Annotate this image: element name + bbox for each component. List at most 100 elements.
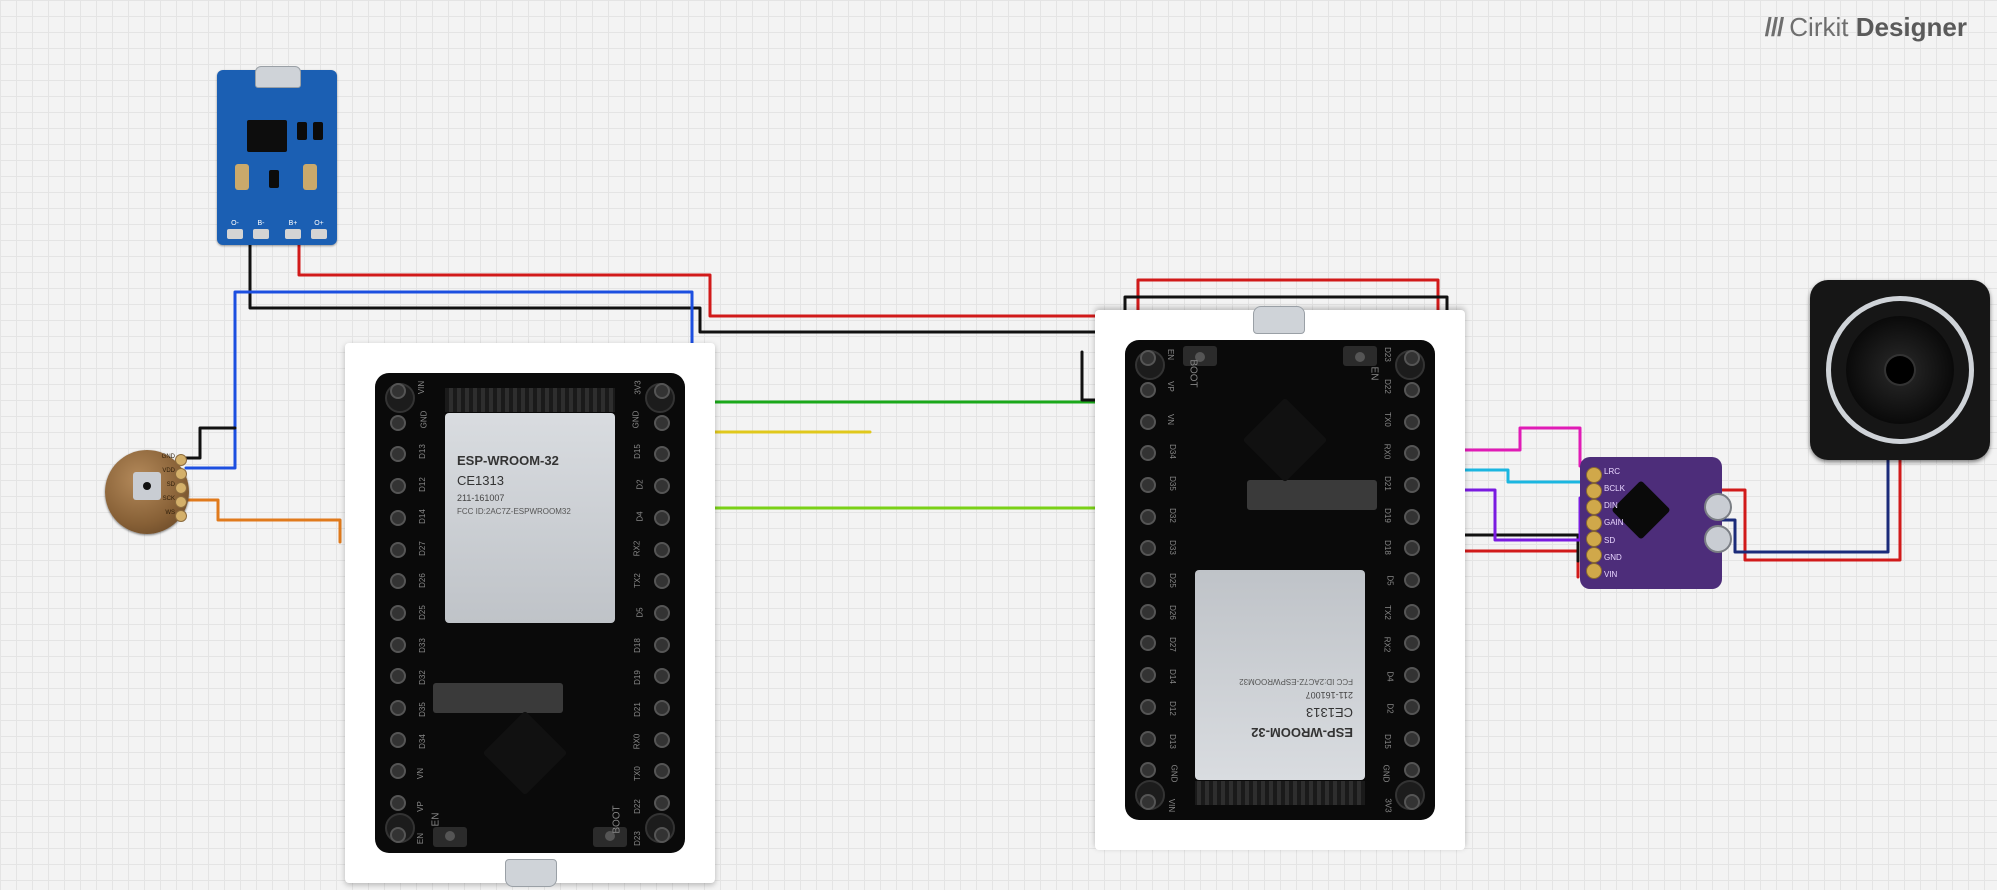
speaker[interactable] — [1810, 280, 1990, 460]
brand-suffix: Designer — [1856, 12, 1967, 42]
header-pin — [385, 446, 411, 462]
smd-part-icon — [269, 170, 279, 188]
pin-label: GND — [1382, 764, 1391, 782]
tp4056-charger[interactable]: O- B- B+ O+ — [217, 70, 337, 245]
mic-pin — [175, 510, 187, 522]
pin-label: RX2 — [633, 541, 642, 557]
wire-b-pin-magenta[interactable] — [1455, 428, 1580, 466]
wire-ab-lime[interactable] — [700, 454, 1108, 508]
pin-label: RX2 — [1383, 637, 1392, 653]
wire-a-rx-yellow[interactable] — [700, 432, 870, 444]
header-pin — [1135, 540, 1161, 556]
pin-label: VP — [416, 801, 425, 812]
pad-label: B- — [253, 220, 269, 227]
pin-label: D22 — [633, 799, 642, 814]
header-pin — [385, 827, 411, 843]
pin-label: D34 — [418, 734, 427, 749]
header-pin — [1135, 509, 1161, 525]
header-pin — [1135, 382, 1161, 398]
header-pin — [1135, 762, 1161, 778]
brand-name: Cirkit — [1789, 12, 1848, 42]
header-pin — [385, 573, 411, 589]
wire-mic-gnd-black[interactable] — [186, 428, 235, 458]
pin-label: D21 — [633, 702, 642, 717]
pin-label: D33 — [1168, 541, 1177, 556]
wire-b-pin-cyan[interactable] — [1455, 470, 1580, 482]
pin-label: D34 — [1168, 444, 1177, 459]
pin-label: D12 — [418, 477, 427, 492]
pin-label: D19 — [633, 670, 642, 685]
wire-b-pin-purple[interactable] — [1455, 490, 1580, 540]
pin-label: D32 — [1168, 508, 1177, 523]
header-pin — [1399, 635, 1425, 651]
header-pin — [385, 763, 411, 779]
pin-labels-left: VINGNDD13D12D14D27D26D25D33D32D35D34VNVP… — [415, 383, 437, 843]
shield-label: FCC ID:2AC7Z-ESPWROOM32 — [1239, 677, 1353, 686]
capacitor-icon — [303, 164, 317, 190]
max98357-amp[interactable]: LRC BCLK DIN GAIN SD GND VIN — [1580, 457, 1722, 589]
header-pin — [1135, 731, 1161, 747]
pad-b-plus — [285, 229, 301, 239]
header-pin — [649, 827, 675, 843]
wire-a-tx-green[interactable] — [700, 402, 1105, 432]
en-button[interactable] — [1343, 346, 1377, 366]
pin-label: EN — [1166, 349, 1175, 360]
pin-label: D15 — [633, 445, 642, 460]
circuit-canvas[interactable]: /// Cirkit Designer O- B- B+ O+ GND V — [0, 0, 1997, 890]
amp-pin-header — [1586, 467, 1602, 579]
button-label: BOOT — [1188, 359, 1199, 387]
header-pin — [1399, 540, 1425, 556]
pin-label: D15 — [1383, 734, 1392, 749]
pin-label: GND — [1169, 764, 1178, 782]
pin-label: D26 — [418, 573, 427, 588]
pin-label: D22 — [1383, 380, 1392, 395]
header-pin — [1399, 382, 1425, 398]
esp32-board-a[interactable]: ESP-WROOM-32 CE1313 211-161007 FCC ID:2A… — [345, 343, 715, 883]
wire-amp-spk-navy[interactable] — [1718, 460, 1888, 552]
wroom-shield: ESP-WROOM-32 CE1313 211-161007 FCC ID:2A… — [1195, 570, 1365, 780]
en-button[interactable] — [433, 827, 467, 847]
header-pin — [1135, 572, 1161, 588]
mic-pin — [175, 496, 187, 508]
speaker-terminal — [1704, 493, 1724, 553]
pin-label: D19 — [1383, 508, 1392, 523]
i2s-microphone[interactable]: GND VDD SD SCK WS — [105, 450, 189, 534]
mic-pin — [175, 454, 187, 466]
header-left — [1399, 350, 1425, 810]
shield-label: ESP-WROOM-32 — [457, 453, 559, 468]
pin-label: 3V3 — [633, 380, 642, 394]
pin-label: TX2 — [633, 573, 642, 588]
pin-label: D12 — [1168, 702, 1177, 717]
pin-label: VIN — [1167, 799, 1176, 812]
pin-label: D27 — [1168, 637, 1177, 652]
header-pin — [385, 700, 411, 716]
pin-label: GND — [632, 411, 641, 429]
esp32-board-b[interactable]: ESP-WROOM-32 CE1313 211-161007 FCC ID:2A… — [1095, 310, 1465, 850]
pin-labels-right: VINGNDD13D12D14D27D26D25D33D32D35D34VNVP… — [1165, 350, 1187, 810]
pin-label: TX0 — [633, 767, 642, 782]
header-pin — [649, 446, 675, 462]
pin-label: D25 — [418, 606, 427, 621]
header-right — [649, 383, 675, 843]
pin-label: 3V3 — [1383, 798, 1392, 812]
header-pin — [1399, 350, 1425, 366]
pin-label: GND — [419, 411, 428, 429]
wire-mic-sd-orange[interactable] — [186, 500, 340, 542]
header-pin — [385, 478, 411, 494]
pin-labels-left: 3V3GNDD15D2D4RX2TX2D5D18D19D21RX0TX0D22D… — [1373, 350, 1395, 810]
header-pin — [1399, 667, 1425, 683]
pin-label: D2 — [1385, 704, 1394, 714]
header-pin — [649, 668, 675, 684]
pin-label: D21 — [1383, 476, 1392, 491]
header-pin — [649, 732, 675, 748]
wire-amp-spk-red[interactable] — [1718, 458, 1900, 560]
pad-out-plus — [311, 229, 327, 239]
pin-label: D5 — [1385, 575, 1394, 585]
header-right — [1135, 350, 1161, 810]
pin-label: D14 — [1168, 669, 1177, 684]
header-pin — [1135, 604, 1161, 620]
header-pin — [385, 668, 411, 684]
pin-label: D18 — [1383, 541, 1392, 556]
header-pin — [385, 383, 411, 399]
header-pin — [649, 415, 675, 431]
